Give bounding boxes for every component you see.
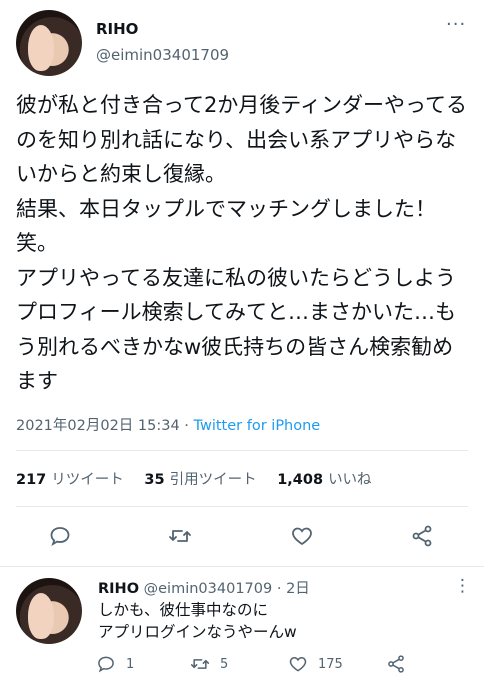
quote-count: 35 <box>144 472 165 488</box>
tweet-timestamp: 2021年02月02日 15:34 · <box>16 418 194 434</box>
tweet-stats: 217 リツイート 35 引用ツイート 1,408 いいね <box>16 468 388 489</box>
quote-stat[interactable]: 35 引用ツイート <box>144 472 256 488</box>
reply-more-icon[interactable]: ⋮ <box>454 576 472 596</box>
reply-retweet-button[interactable]: 5 <box>190 654 228 674</box>
more-options-icon[interactable]: ··· <box>446 14 466 35</box>
share-icon <box>412 525 432 547</box>
retweet-icon <box>169 530 191 542</box>
reply-icon <box>50 527 70 547</box>
like-icon <box>289 656 307 672</box>
retweet-stat[interactable]: 217 リツイート <box>16 472 124 488</box>
reply-reply-button[interactable]: 1 <box>96 654 134 674</box>
avatar[interactable] <box>16 10 82 76</box>
author-handle[interactable]: @eimin03401709 <box>96 46 229 64</box>
like-label: いいね <box>328 472 372 488</box>
reply-author-handle[interactable]: @eimin03401709 <box>144 581 273 597</box>
reply-text: しかも、彼仕事中なのに アプリログインなうやーんw <box>98 601 297 641</box>
reply-time: · 2日 <box>276 581 310 597</box>
reply-retweet-count: 5 <box>220 656 229 672</box>
share-button[interactable] <box>410 524 434 548</box>
like-icon <box>292 527 312 546</box>
tweet-meta: 2021年02月02日 15:34 · Twitter for iPhone <box>16 414 320 435</box>
reply-action-bar: 1 5 175 <box>0 652 484 676</box>
retweet-label: リツイート <box>51 472 124 488</box>
reply-header: RIHO @eimin03401709 · 2日 <box>98 577 310 598</box>
tweet-source-link[interactable]: Twitter for iPhone <box>194 418 321 434</box>
reply-icon <box>98 656 114 673</box>
reply-reply-count: 1 <box>126 656 135 672</box>
divider <box>16 450 468 451</box>
like-button[interactable] <box>290 524 314 548</box>
divider <box>16 506 468 507</box>
retweet-button[interactable] <box>168 524 192 548</box>
reply-avatar[interactable] <box>16 578 82 644</box>
reply-like-count: 175 <box>318 656 343 672</box>
share-icon <box>388 655 404 673</box>
tweet-action-bar <box>0 522 484 550</box>
like-stat[interactable]: 1,408 いいね <box>277 472 371 488</box>
reply-author-name[interactable]: RIHO <box>98 581 139 597</box>
reply-like-button[interactable]: 175 <box>288 654 343 674</box>
author-name[interactable]: RIHO <box>96 20 138 38</box>
divider <box>0 566 484 567</box>
retweet-count: 217 <box>16 472 47 488</box>
quote-label: 引用ツイート <box>169 472 257 488</box>
reply-button[interactable] <box>48 524 72 548</box>
reply-share-button[interactable] <box>386 654 406 674</box>
like-count: 1,408 <box>277 472 324 488</box>
tweet-text: 彼が私と付き合って2か月後ティンダーやってるのを知り別れ話になり、出会い系アプリ… <box>16 93 467 393</box>
retweet-icon <box>190 659 210 669</box>
